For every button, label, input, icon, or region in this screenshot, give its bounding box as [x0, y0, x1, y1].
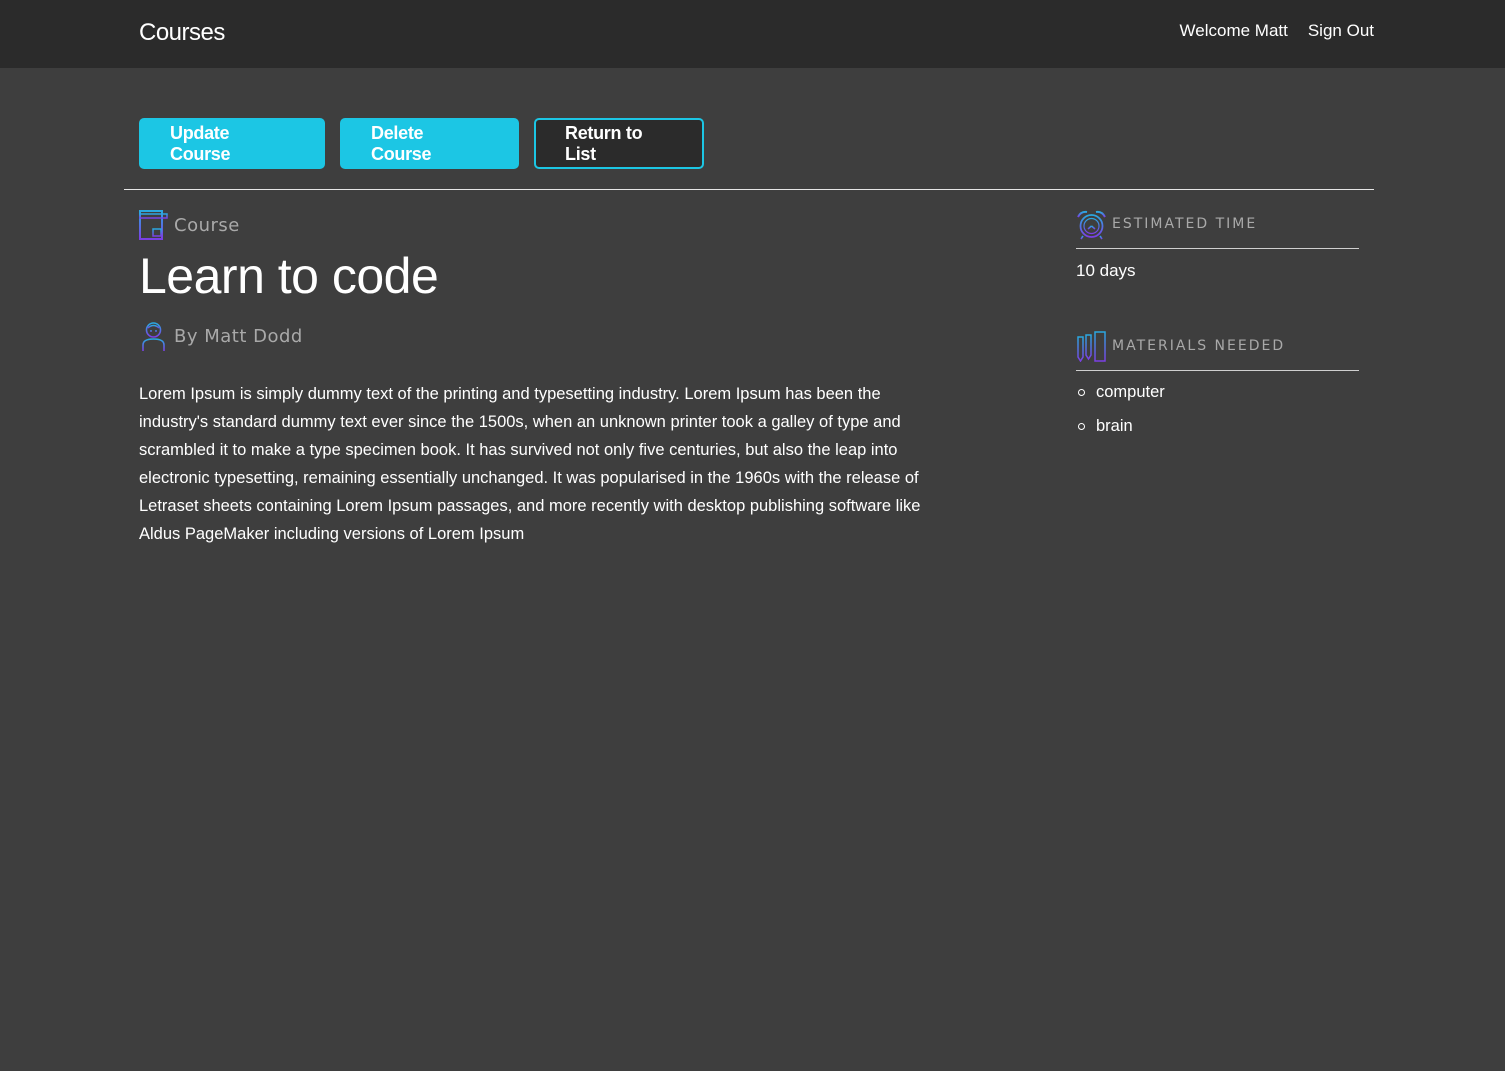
return-to-list-button[interactable]: Return to List: [534, 118, 704, 169]
materials-section: MATERIALS NEEDED computer brain: [1076, 330, 1359, 449]
sign-out-link[interactable]: Sign Out: [1308, 21, 1374, 41]
estimated-time-value: 10 days: [1076, 261, 1136, 280]
action-bar: Update Course Delete Course Return to Li…: [139, 118, 704, 169]
alarm-clock-icon: [1076, 209, 1107, 240]
estimated-time-divider: [1076, 248, 1359, 249]
course-description: Lorem Ipsum is simply dummy text of the …: [139, 385, 921, 543]
estimated-time-title: ESTIMATED TIME: [1112, 216, 1258, 232]
list-item: brain: [1076, 415, 1359, 449]
top-header: Courses Welcome Matt Sign Out: [0, 0, 1505, 68]
estimated-time-header: ESTIMATED TIME: [1076, 208, 1359, 240]
person-icon: [139, 320, 168, 352]
course-author: By Matt Dodd: [174, 325, 303, 347]
course-label-row: Course: [139, 210, 240, 240]
book-icon: [139, 210, 168, 240]
delete-course-button[interactable]: Delete Course: [340, 118, 519, 169]
estimated-time-section: ESTIMATED TIME 10 days: [1076, 208, 1359, 281]
list-item: computer: [1076, 381, 1359, 415]
welcome-text: Welcome Matt: [1179, 21, 1288, 40]
materials-title: MATERIALS NEEDED: [1112, 338, 1286, 354]
divider: [124, 189, 1374, 190]
pencils-ruler-icon: [1076, 330, 1107, 362]
materials-list: computer brain: [1076, 381, 1359, 449]
course-title: Learn to code: [139, 248, 439, 304]
author-row: By Matt Dodd: [139, 320, 303, 352]
brand-logo[interactable]: Courses: [139, 19, 225, 47]
update-course-button[interactable]: Update Course: [139, 118, 325, 169]
materials-header: MATERIALS NEEDED: [1076, 330, 1359, 362]
course-label: Course: [174, 214, 240, 236]
materials-divider: [1076, 370, 1359, 371]
user-nav: Welcome Matt Sign Out: [1180, 21, 1374, 41]
